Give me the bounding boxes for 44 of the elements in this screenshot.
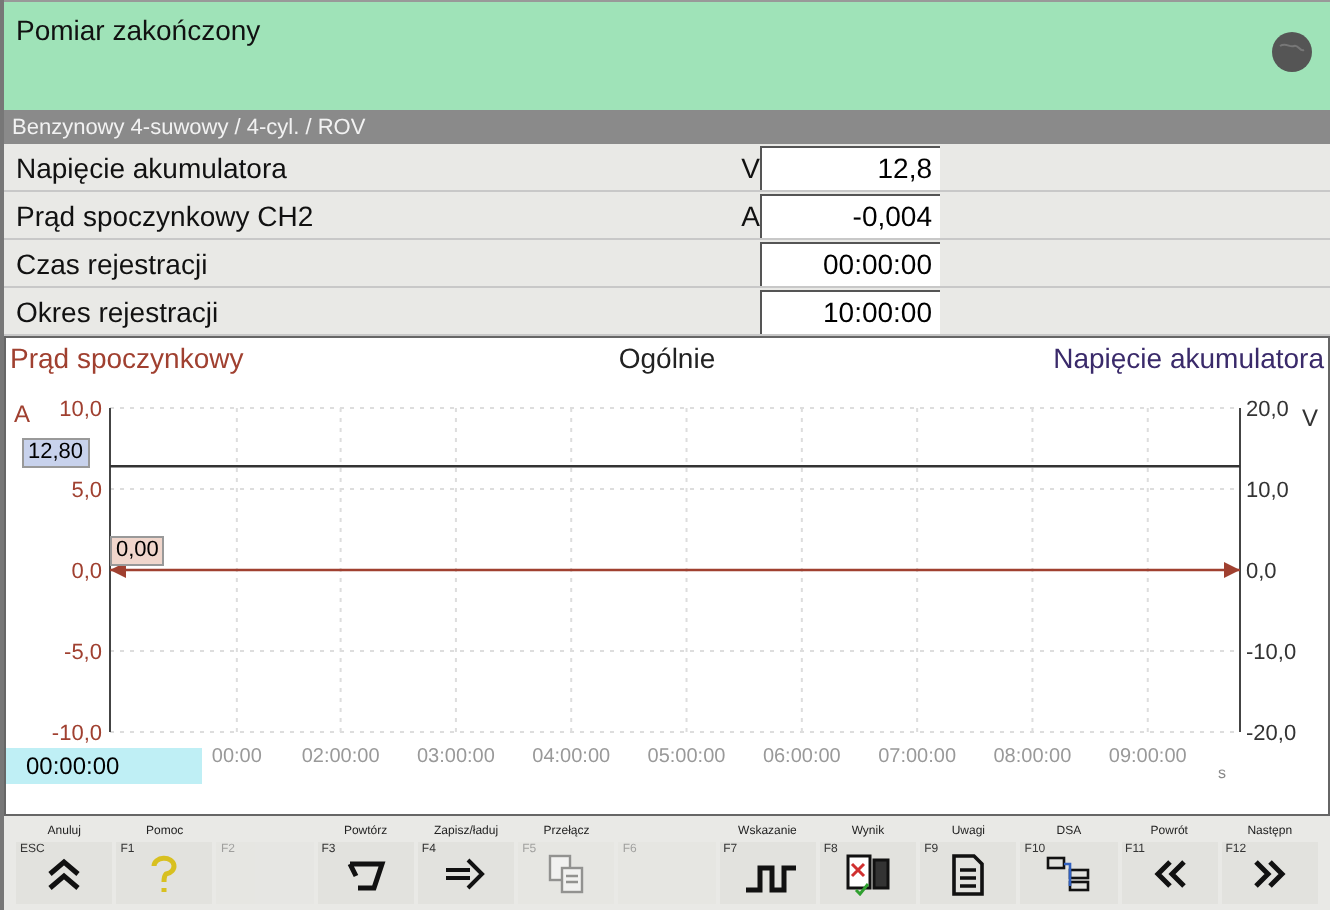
tick-label: 03:00:00 (417, 746, 495, 768)
reading-label: Okres rejestracji (14, 295, 221, 327)
tick-label: 07:00:00 (878, 746, 957, 768)
reading-value: 10:00:00 (760, 289, 940, 333)
tick-label: 05:00:00 (647, 746, 726, 768)
chart-title: Prąd spoczynkowy (10, 342, 246, 374)
reading-unit: A (739, 199, 760, 231)
tick-label: -10,0 (51, 722, 102, 746)
cursor-value: 12,80 (22, 438, 90, 468)
reading-value: -0,004 (760, 193, 940, 237)
reading-label: Prąd spoczynkowy CH2 (14, 199, 316, 231)
boxes-icon (1044, 851, 1093, 895)
tick-label: 02:00:00 (301, 746, 380, 768)
tick-label: 10,0 (59, 398, 102, 422)
tick-label: 10,0 (1246, 479, 1289, 503)
axis-unit: A (14, 400, 31, 428)
globe-icon (1270, 30, 1314, 74)
chart-title: Napięcie akumulatora (1053, 342, 1324, 374)
tick-label: 06:00:00 (762, 746, 841, 768)
reading-label: Napięcie akumulatora (14, 151, 289, 183)
cursor-value: 0,00 (110, 536, 165, 566)
tick-label: -5,0 (64, 641, 102, 665)
tick-label: 0,0 (1246, 560, 1277, 584)
chart-title: Ogólnie (618, 342, 716, 374)
tick-label: 04:00:00 (532, 746, 611, 768)
breadcrumb: Benzynowy 4-suwowy / 4-cyl. / ROV (4, 110, 1330, 144)
tick-label: 0,0 (71, 560, 102, 584)
axis-unit: V (1302, 404, 1319, 432)
tick-label: -10,0 (1246, 641, 1297, 665)
marker-arrows-icon[interactable] (110, 562, 1240, 578)
reading-label: Czas rejestracji (14, 247, 210, 279)
tick-label: 08:00:00 (993, 746, 1072, 768)
tick-label: -20,0 (1246, 722, 1297, 746)
status-title: Pomiar zakończony (16, 14, 261, 46)
reading-value: 12,8 (760, 145, 940, 189)
cursor-time: 00:00:00 (6, 748, 202, 784)
reading-unit: V (739, 151, 760, 183)
axis-unit: s (1218, 764, 1226, 782)
tick-label: 00:00 (211, 746, 262, 768)
result-document-icon (843, 851, 892, 895)
tick-label: 09:00:00 (1108, 746, 1187, 768)
tick-label: 5,0 (71, 479, 102, 503)
reading-value: 00:00:00 (760, 241, 940, 285)
tick-label: 20,0 (1246, 398, 1289, 422)
